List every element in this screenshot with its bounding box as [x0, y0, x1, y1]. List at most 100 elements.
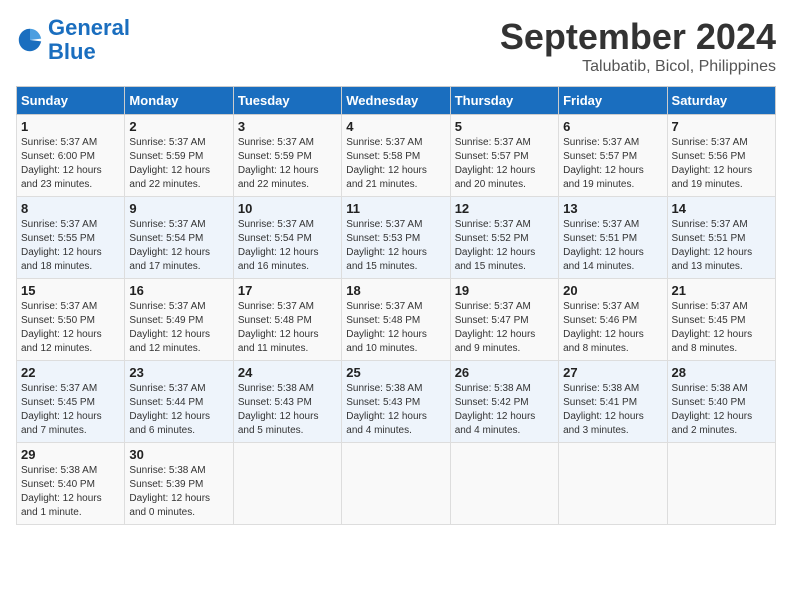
table-row: [450, 443, 558, 525]
table-row: 13 Sunrise: 5:37 AM Sunset: 5:51 PM Dayli…: [559, 197, 667, 279]
day-number: 27: [563, 365, 662, 380]
cell-info: Sunrise: 5:37 AM Sunset: 5:58 PM Dayligh…: [346, 136, 445, 192]
title-area: September 2024 Talubatib, Bicol, Philipp…: [500, 16, 776, 76]
logo-icon: [16, 26, 44, 54]
week-row-3: 15 Sunrise: 5:37 AM Sunset: 5:50 PM Dayli…: [17, 279, 776, 361]
table-row: [559, 443, 667, 525]
calendar-header-row: Sunday Monday Tuesday Wednesday Thursday…: [17, 87, 776, 115]
table-row: 2 Sunrise: 5:37 AM Sunset: 5:59 PM Daylig…: [125, 115, 233, 197]
day-number: 5: [455, 119, 554, 134]
day-number: 12: [455, 201, 554, 216]
day-number: 13: [563, 201, 662, 216]
cell-info: Sunrise: 5:37 AM Sunset: 5:44 PM Dayligh…: [129, 382, 228, 438]
day-number: 3: [238, 119, 337, 134]
table-row: 18Sunrise: 5:37 AM Sunset: 5:48 PM Dayli…: [342, 279, 450, 361]
location-title: Talubatib, Bicol, Philippines: [500, 58, 776, 76]
calendar-table: Sunday Monday Tuesday Wednesday Thursday…: [16, 86, 776, 525]
day-number: 19: [455, 283, 554, 298]
cell-info: Sunrise: 5:37 AM Sunset: 5:54 PM Dayligh…: [129, 218, 228, 274]
week-row-4: 22 Sunrise: 5:37 AM Sunset: 5:45 PM Dayli…: [17, 361, 776, 443]
table-row: 21 Sunrise: 5:37 AM Sunset: 5:45 PM Dayli…: [667, 279, 775, 361]
table-row: 20 Sunrise: 5:37 AM Sunset: 5:46 PM Dayli…: [559, 279, 667, 361]
table-row: 6 Sunrise: 5:37 AM Sunset: 5:57 PM Daylig…: [559, 115, 667, 197]
cell-info: Sunrise: 5:37 AM Sunset: 5:59 PM Dayligh…: [129, 136, 228, 192]
header-wednesday: Wednesday: [342, 87, 450, 115]
cell-info: Sunrise: 5:37 AM Sunset: 5:54 PM Dayligh…: [238, 218, 337, 274]
day-number: 20: [563, 283, 662, 298]
cell-info: Sunrise: 5:37 AM Sunset: 5:51 PM Dayligh…: [563, 218, 662, 274]
cell-info: Sunrise: 5:37 AM Sunset: 5:50 PM Dayligh…: [21, 300, 120, 356]
table-row: 14 Sunrise: 5:37 AM Sunset: 5:51 PM Dayli…: [667, 197, 775, 279]
day-number: 4: [346, 119, 445, 134]
table-row: 4 Sunrise: 5:37 AM Sunset: 5:58 PM Daylig…: [342, 115, 450, 197]
table-row: 23 Sunrise: 5:37 AM Sunset: 5:44 PM Dayli…: [125, 361, 233, 443]
cell-info: Sunrise: 5:38 AM Sunset: 5:40 PM Dayligh…: [21, 464, 120, 520]
day-number: 24: [238, 365, 337, 380]
day-number: 11: [346, 201, 445, 216]
cell-info: Sunrise: 5:37 AM Sunset: 5:45 PM Dayligh…: [672, 300, 771, 356]
cell-info: Sunrise: 5:37 AM Sunset: 5:52 PM Dayligh…: [455, 218, 554, 274]
week-row-2: 8 Sunrise: 5:37 AM Sunset: 5:55 PM Daylig…: [17, 197, 776, 279]
cell-info: Sunrise: 5:37 AM Sunset: 5:53 PM Dayligh…: [346, 218, 445, 274]
day-number: 29: [21, 447, 120, 462]
table-row: 15 Sunrise: 5:37 AM Sunset: 5:50 PM Dayli…: [17, 279, 125, 361]
table-row: [342, 443, 450, 525]
day-number: 23: [129, 365, 228, 380]
cell-info: Sunrise: 5:37 AM Sunset: 5:49 PM Dayligh…: [129, 300, 228, 356]
day-number: 9: [129, 201, 228, 216]
cell-info: Sunrise: 5:37 AM Sunset: 5:55 PM Dayligh…: [21, 218, 120, 274]
table-row: [233, 443, 341, 525]
cell-info: Sunrise: 5:37 AM Sunset: 5:46 PM Dayligh…: [563, 300, 662, 356]
day-number: 8: [21, 201, 120, 216]
cell-info: Sunrise: 5:37 AM Sunset: 5:45 PM Dayligh…: [21, 382, 120, 438]
table-row: 5Sunrise: 5:37 AM Sunset: 5:57 PM Daylig…: [450, 115, 558, 197]
cell-info: Sunrise: 5:38 AM Sunset: 5:43 PM Dayligh…: [346, 382, 445, 438]
day-number: 17: [238, 283, 337, 298]
table-row: 10 Sunrise: 5:37 AM Sunset: 5:54 PM Dayli…: [233, 197, 341, 279]
table-row: 1 Sunrise: 5:37 AM Sunset: 6:00 PM Daylig…: [17, 115, 125, 197]
header-friday: Friday: [559, 87, 667, 115]
table-row: [667, 443, 775, 525]
table-row: 28Sunrise: 5:38 AM Sunset: 5:40 PM Dayli…: [667, 361, 775, 443]
day-number: 22: [21, 365, 120, 380]
table-row: 17 Sunrise: 5:37 AM Sunset: 5:48 PM Dayli…: [233, 279, 341, 361]
day-number: 26: [455, 365, 554, 380]
cell-info: Sunrise: 5:37 AM Sunset: 5:47 PM Dayligh…: [455, 300, 554, 356]
day-number: 21: [672, 283, 771, 298]
day-number: 7: [672, 119, 771, 134]
table-row: 3Sunrise: 5:37 AM Sunset: 5:59 PM Daylig…: [233, 115, 341, 197]
day-number: 16: [129, 283, 228, 298]
table-row: 12 Sunrise: 5:37 AM Sunset: 5:52 PM Dayli…: [450, 197, 558, 279]
day-number: 25: [346, 365, 445, 380]
table-row: 8 Sunrise: 5:37 AM Sunset: 5:55 PM Daylig…: [17, 197, 125, 279]
table-row: 19 Sunrise: 5:37 AM Sunset: 5:47 PM Dayli…: [450, 279, 558, 361]
cell-info: Sunrise: 5:37 AM Sunset: 5:57 PM Dayligh…: [563, 136, 662, 192]
table-row: 27Sunrise: 5:38 AM Sunset: 5:41 PM Dayli…: [559, 361, 667, 443]
table-row: 30Sunrise: 5:38 AM Sunset: 5:39 PM Dayli…: [125, 443, 233, 525]
day-number: 14: [672, 201, 771, 216]
day-number: 10: [238, 201, 337, 216]
table-row: 9 Sunrise: 5:37 AM Sunset: 5:54 PM Daylig…: [125, 197, 233, 279]
cell-info: Sunrise: 5:37 AM Sunset: 5:48 PM Dayligh…: [238, 300, 337, 356]
header-thursday: Thursday: [450, 87, 558, 115]
cell-info: Sunrise: 5:38 AM Sunset: 5:40 PM Dayligh…: [672, 382, 771, 438]
table-row: 7 Sunrise: 5:37 AM Sunset: 5:56 PM Daylig…: [667, 115, 775, 197]
cell-info: Sunrise: 5:38 AM Sunset: 5:39 PM Dayligh…: [129, 464, 228, 520]
day-number: 2: [129, 119, 228, 134]
header-sunday: Sunday: [17, 87, 125, 115]
day-number: 18: [346, 283, 445, 298]
week-row-5: 29 Sunrise: 5:38 AM Sunset: 5:40 PM Dayli…: [17, 443, 776, 525]
day-number: 15: [21, 283, 120, 298]
cell-info: Sunrise: 5:37 AM Sunset: 5:51 PM Dayligh…: [672, 218, 771, 274]
table-row: 29 Sunrise: 5:38 AM Sunset: 5:40 PM Dayli…: [17, 443, 125, 525]
table-row: 16 Sunrise: 5:37 AM Sunset: 5:49 PM Dayli…: [125, 279, 233, 361]
header-saturday: Saturday: [667, 87, 775, 115]
day-number: 6: [563, 119, 662, 134]
table-row: 25 Sunrise: 5:38 AM Sunset: 5:43 PM Dayli…: [342, 361, 450, 443]
cell-info: Sunrise: 5:37 AM Sunset: 5:56 PM Dayligh…: [672, 136, 771, 192]
cell-info: Sunrise: 5:37 AM Sunset: 6:00 PM Dayligh…: [21, 136, 120, 192]
day-number: 1: [21, 119, 120, 134]
logo: GeneralBlue: [16, 16, 130, 64]
table-row: 26Sunrise: 5:38 AM Sunset: 5:42 PM Dayli…: [450, 361, 558, 443]
table-row: 11 Sunrise: 5:37 AM Sunset: 5:53 PM Dayli…: [342, 197, 450, 279]
